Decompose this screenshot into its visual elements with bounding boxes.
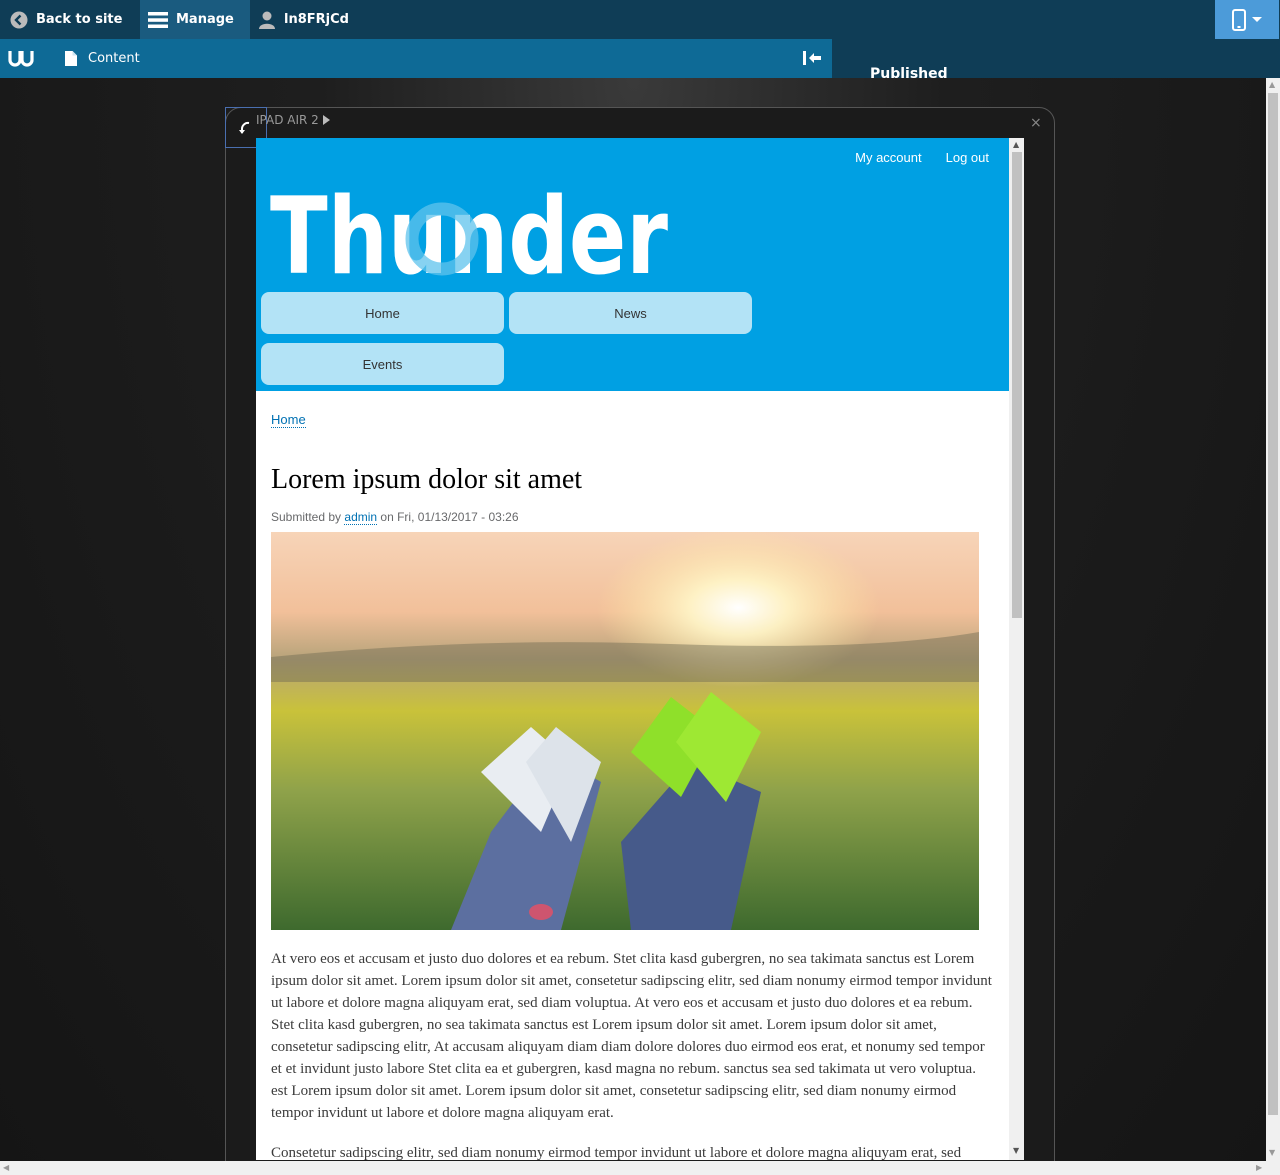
author-link[interactable]: admin	[344, 510, 378, 525]
page-vertical-thumb[interactable]	[1268, 93, 1278, 1115]
thunder-logo-button[interactable]	[8, 49, 34, 71]
published-strip: Published	[832, 39, 1280, 78]
close-preview-button[interactable]: ×	[1030, 115, 1042, 131]
user-menu-button[interactable]: ln8FRjCd	[250, 0, 400, 39]
log-out-link[interactable]: Log out	[946, 150, 989, 165]
site-logo[interactable]: Thunder	[270, 175, 670, 298]
secondary-nav: My account Log out	[855, 150, 989, 165]
page-vertical-scrollbar[interactable]: ▲ ▼	[1266, 78, 1280, 1161]
collapse-tray-icon	[803, 51, 821, 65]
preview-scrollbar[interactable]: ▲ ▼	[1009, 138, 1024, 1160]
user-name-label: ln8FRjCd	[284, 12, 349, 27]
article-paragraph: Consetetur sadipscing elitr, sed diam no…	[271, 1145, 962, 1160]
hamburger-icon	[148, 11, 168, 28]
play-triangle-icon	[322, 115, 330, 125]
content-label: Content	[88, 51, 140, 66]
collapse-tray-button[interactable]	[802, 50, 822, 70]
back-to-site-label: Back to site	[36, 12, 123, 27]
preview-scrollbar-thumb[interactable]	[1012, 152, 1022, 618]
my-account-link[interactable]: My account	[855, 150, 921, 165]
site-header: My account Log out Thunder Home News Eve…	[256, 138, 1009, 391]
thunder-wordmark-logo: Thunder	[270, 175, 668, 298]
tray-content-link[interactable]: Content	[64, 39, 140, 78]
submitted-by-line: Submitted by admin on Fri, 01/13/2017 - …	[271, 510, 519, 525]
responsive-preview-button[interactable]	[1215, 0, 1279, 39]
rotate-icon	[239, 121, 250, 134]
toolbar-tray: Content	[0, 39, 832, 78]
article-hero-image	[271, 532, 979, 930]
manage-button[interactable]: Manage	[140, 0, 250, 39]
thunder-logo-icon	[8, 51, 34, 67]
page-scroll-left-arrow[interactable]: ◀	[3, 1163, 9, 1172]
hero-photo-illustration	[271, 532, 979, 930]
article-body: At vero eos et accusam et justo duo dolo…	[271, 948, 995, 1160]
mobile-device-icon	[1232, 8, 1262, 31]
submitted-prefix: Submitted by	[271, 510, 342, 524]
page-scroll-up-arrow[interactable]: ▲	[1269, 80, 1275, 89]
breadcrumb-home-link[interactable]: Home	[271, 412, 306, 428]
menu-item-news[interactable]: News	[509, 292, 752, 334]
device-preview-frame: My account Log out Thunder Home News Eve…	[256, 138, 1024, 1160]
device-name-selector[interactable]: IPAD AIR 2	[256, 113, 330, 127]
back-circle-icon	[10, 11, 28, 28]
page-scroll-down-arrow[interactable]: ▼	[1269, 1148, 1275, 1157]
document-icon	[65, 51, 77, 66]
admin-toolbar: Back to site Manage ln8FRjCd	[0, 0, 1280, 39]
back-to-site-button[interactable]: Back to site	[0, 0, 140, 39]
device-name-label: IPAD AIR 2	[256, 113, 319, 127]
submitted-date: on Fri, 01/13/2017 - 03:26	[380, 510, 519, 524]
user-icon	[259, 11, 275, 29]
scroll-up-arrow[interactable]: ▲	[1013, 140, 1019, 149]
article-title: Lorem ipsum dolor sit amet	[271, 464, 583, 495]
published-status: Published	[870, 66, 948, 78]
page-scroll-right-arrow[interactable]: ▶	[1256, 1163, 1262, 1172]
menu-item-events[interactable]: Events	[261, 343, 504, 385]
article-paragraph: At vero eos et accusam et justo duo dolo…	[271, 951, 992, 1121]
manage-label: Manage	[176, 12, 234, 27]
scroll-down-arrow[interactable]: ▼	[1013, 1146, 1019, 1155]
page-horizontal-scrollbar[interactable]: ◀ ▶	[0, 1161, 1280, 1175]
menu-item-home[interactable]: Home	[261, 292, 504, 334]
